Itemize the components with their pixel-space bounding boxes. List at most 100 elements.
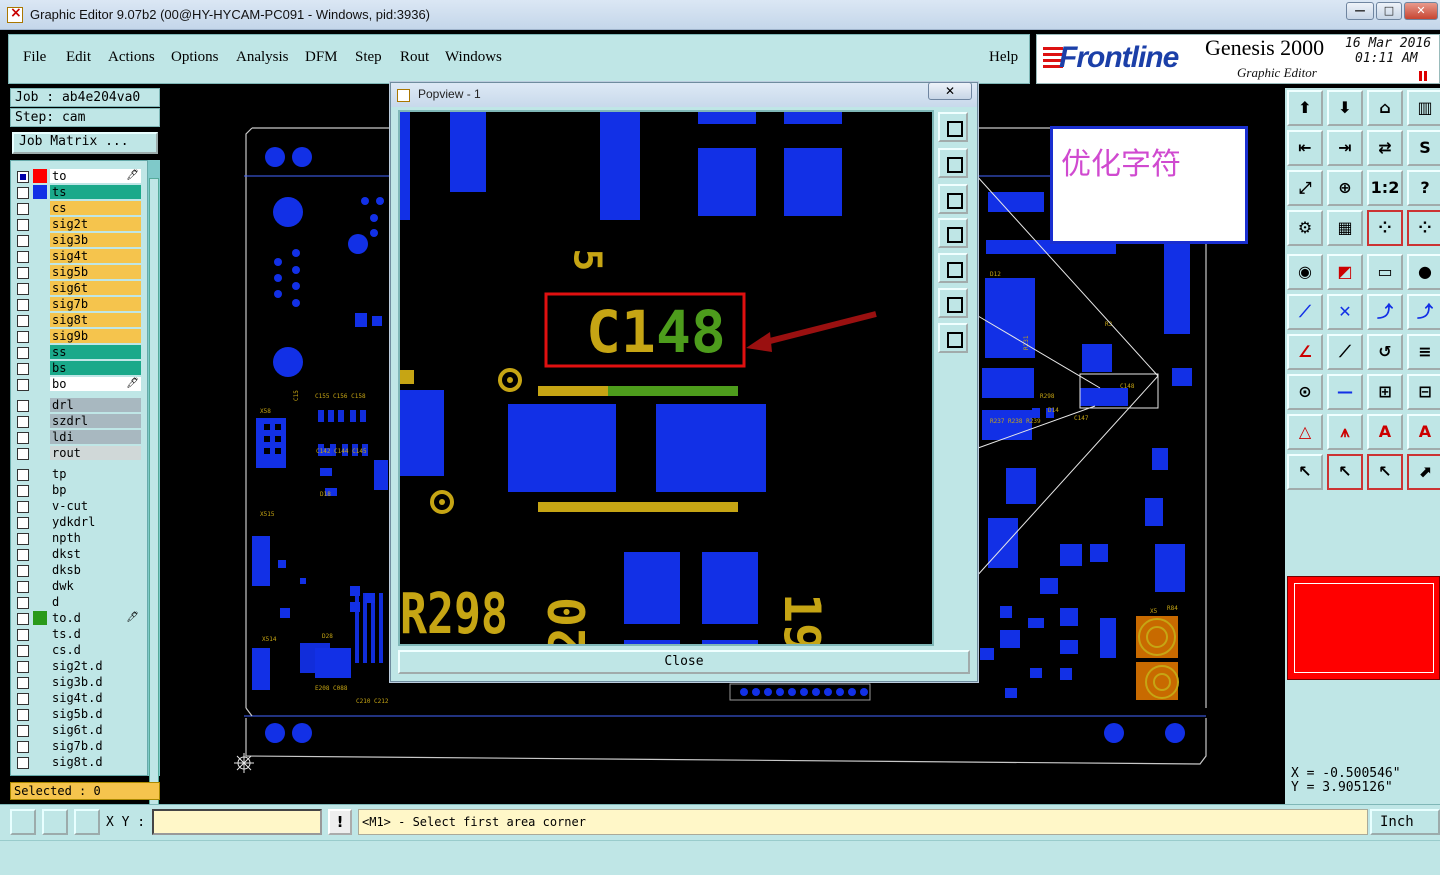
layer-row-to[interactable]: to 🖊	[13, 169, 141, 184]
close-window-button[interactable]: ✕	[1404, 2, 1438, 20]
pause-icon[interactable]	[1419, 71, 1427, 81]
layer-name[interactable]: ss	[50, 345, 141, 359]
tool-button-r7-c0[interactable]: ⊙	[1287, 374, 1323, 410]
layer-checkbox[interactable]	[17, 485, 29, 497]
layer-color-swatch[interactable]	[33, 627, 47, 641]
layer-row-ts[interactable]: ts	[13, 185, 141, 200]
layer-checkbox[interactable]	[17, 645, 29, 657]
layer-row-sig5b[interactable]: sig5b	[13, 265, 141, 280]
menu-options[interactable]: Options	[171, 49, 219, 66]
menu-file[interactable]: File	[23, 49, 46, 66]
layer-row-sig7b[interactable]: sig7b	[13, 297, 141, 312]
layer-row-bp[interactable]: bp	[13, 483, 141, 498]
layer-name[interactable]: drl	[50, 398, 141, 412]
layer-list-scrollbar[interactable]	[147, 160, 160, 818]
layer-color-swatch[interactable]	[33, 446, 47, 460]
unit-selector[interactable]: Inch	[1370, 809, 1440, 835]
layer-checkbox[interactable]	[17, 171, 29, 183]
layer-color-swatch[interactable]	[33, 595, 47, 609]
layer-row-tp[interactable]: tp	[13, 467, 141, 482]
layer-checkbox[interactable]	[17, 725, 29, 737]
tool-button-r1-c1[interactable]: ⇥	[1327, 130, 1363, 166]
popview-close-x-button[interactable]: ✕	[928, 82, 972, 100]
layer-checkbox[interactable]	[17, 379, 29, 391]
layer-row-bs[interactable]: bs	[13, 361, 141, 376]
layer-color-swatch[interactable]	[33, 233, 47, 247]
popview-pan-up-tool[interactable]	[938, 148, 968, 178]
tool-button-r6-c2[interactable]: ↺	[1367, 334, 1403, 370]
layer-checkbox[interactable]	[17, 267, 29, 279]
layer-row-sig7b-d[interactable]: sig7b.d	[13, 739, 141, 754]
layer-row-sig4t[interactable]: sig4t	[13, 249, 141, 264]
layer-color-swatch[interactable]	[33, 297, 47, 311]
layer-name[interactable]: sig8t	[50, 313, 141, 327]
tool-button-r0-c3[interactable]: ▥	[1407, 90, 1440, 126]
tool-button-r3-c0[interactable]: ⚙	[1287, 210, 1323, 246]
layer-row-bo[interactable]: bo 🖊	[13, 377, 141, 392]
layer-color-swatch[interactable]	[33, 563, 47, 577]
tool-button-r7-c1[interactable]: —	[1327, 374, 1363, 410]
layer-checkbox[interactable]	[17, 517, 29, 529]
tool-button-r3-c1[interactable]: ▦	[1327, 210, 1363, 246]
tool-button-r4-c3[interactable]: ●	[1407, 254, 1440, 290]
layer-row-sig3b-d[interactable]: sig3b.d	[13, 675, 141, 690]
layer-name[interactable]: sig6t.d	[50, 723, 141, 737]
layer-name[interactable]: cs.d	[50, 643, 141, 657]
layer-name[interactable]: to 🖊	[50, 169, 141, 183]
layer-name[interactable]: sig6t	[50, 281, 141, 295]
tool-button-r3-c3[interactable]: ⁘	[1407, 210, 1440, 246]
layer-color-swatch[interactable]	[33, 707, 47, 721]
layer-color-swatch[interactable]	[33, 723, 47, 737]
layer-name[interactable]: dkst	[50, 547, 141, 561]
layer-color-swatch[interactable]	[33, 675, 47, 689]
tool-button-r4-c0[interactable]: ◉	[1287, 254, 1323, 290]
popview-close-button[interactable]: Close	[398, 650, 970, 674]
minimize-button[interactable]: —	[1346, 2, 1374, 20]
tool-button-r7-c2[interactable]: ⊞	[1367, 374, 1403, 410]
layer-color-swatch[interactable]	[33, 430, 47, 444]
layer-row-ts-d[interactable]: ts.d	[13, 627, 141, 642]
layer-checkbox[interactable]	[17, 283, 29, 295]
layer-row-sig3b[interactable]: sig3b	[13, 233, 141, 248]
menu-edit[interactable]: Edit	[66, 49, 91, 66]
layer-color-swatch[interactable]	[33, 547, 47, 561]
tool-button-r9-c0[interactable]: ↖	[1287, 454, 1323, 490]
measure-tool-button[interactable]	[42, 809, 68, 835]
layer-row-sig2t-d[interactable]: sig2t.d	[13, 659, 141, 674]
layer-name[interactable]: bp	[50, 483, 141, 497]
layer-checkbox[interactable]	[17, 432, 29, 444]
layer-checkbox[interactable]	[17, 235, 29, 247]
layer-checkbox[interactable]	[17, 597, 29, 609]
layer-name[interactable]: dksb	[50, 563, 141, 577]
layer-color-swatch[interactable]	[33, 217, 47, 231]
menu-analysis[interactable]: Analysis	[236, 49, 289, 66]
snap-tool-button[interactable]	[10, 809, 36, 835]
layer-row-v-cut[interactable]: v-cut	[13, 499, 141, 514]
layer-checkbox[interactable]	[17, 448, 29, 460]
layer-name[interactable]: ts.d	[50, 627, 141, 641]
layer-checkbox[interactable]	[17, 251, 29, 263]
layer-checkbox[interactable]	[17, 741, 29, 753]
layer-name[interactable]: sig4t.d	[50, 691, 141, 705]
layer-color-swatch[interactable]	[33, 377, 47, 391]
layer-row-sig5b-d[interactable]: sig5b.d	[13, 707, 141, 722]
layer-color-swatch[interactable]	[33, 329, 47, 343]
tool-button-r6-c0[interactable]: ∠	[1287, 334, 1323, 370]
grid-tool-button[interactable]	[74, 809, 100, 835]
tool-button-r8-c1[interactable]: ⩚	[1327, 414, 1363, 450]
tool-button-r2-c1[interactable]: ⊕	[1327, 170, 1363, 206]
layer-color-swatch[interactable]	[33, 313, 47, 327]
layer-checkbox[interactable]	[17, 219, 29, 231]
tool-button-r6-c3[interactable]: ≡	[1407, 334, 1440, 370]
job-matrix-button[interactable]: Job Matrix ...	[12, 132, 158, 154]
layer-color-swatch[interactable]	[33, 755, 47, 769]
layer-checkbox[interactable]	[17, 693, 29, 705]
layer-color-swatch[interactable]	[33, 345, 47, 359]
menu-step[interactable]: Step	[355, 49, 382, 66]
layer-row-ss[interactable]: ss	[13, 345, 141, 360]
layer-checkbox[interactable]	[17, 315, 29, 327]
layer-row-ldi[interactable]: ldi	[13, 430, 141, 445]
layer-color-swatch[interactable]	[33, 249, 47, 263]
tool-button-r0-c2[interactable]: ⌂	[1367, 90, 1403, 126]
layer-name[interactable]: v-cut	[50, 499, 141, 513]
